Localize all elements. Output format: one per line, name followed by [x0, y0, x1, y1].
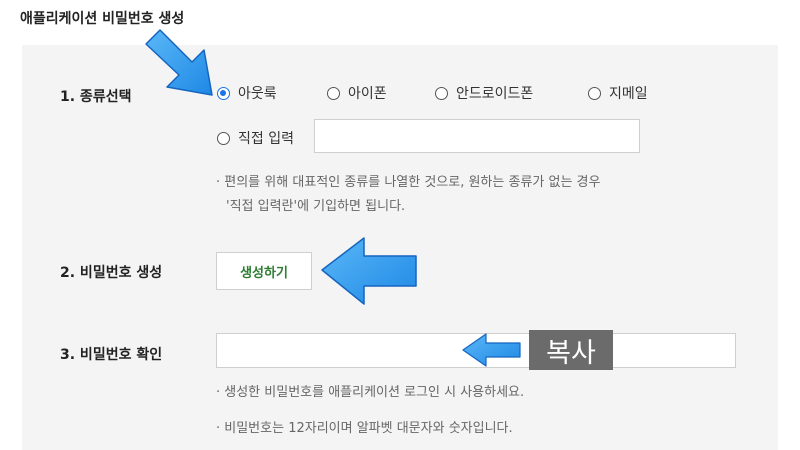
arrow-left-small-icon — [462, 333, 521, 367]
annotation-arrows — [145, 29, 521, 367]
arrow-left-icon — [321, 237, 417, 305]
arrow-down-right-icon — [145, 29, 213, 96]
